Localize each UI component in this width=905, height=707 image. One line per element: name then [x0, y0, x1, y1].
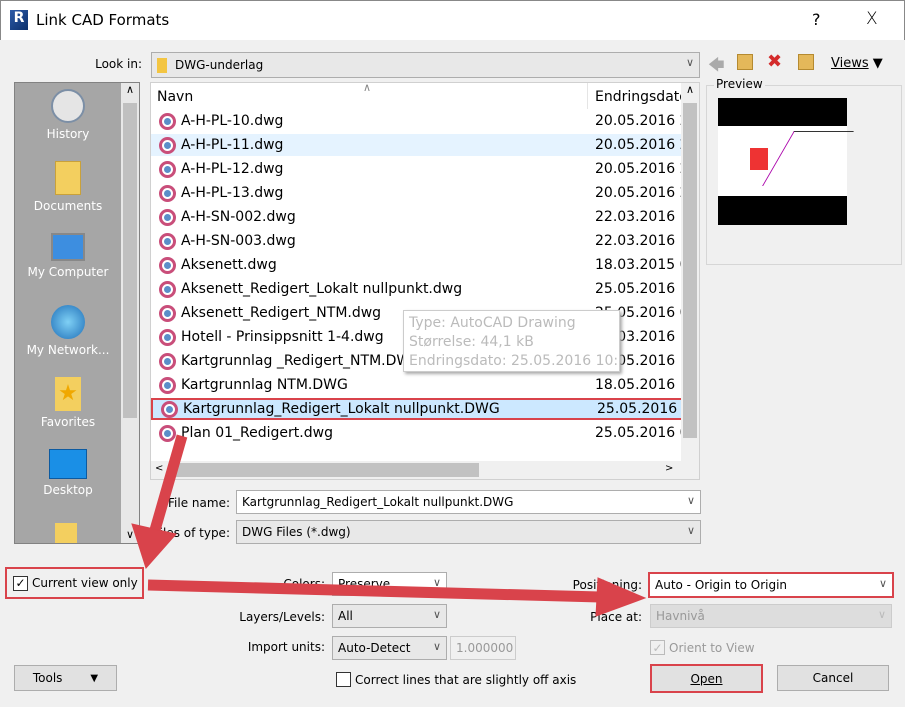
annotation-arrowhead — [131, 523, 177, 569]
annotation-arrow-down — [149, 434, 188, 532]
annotation-arrow-right — [147, 579, 601, 603]
annotation-arrows — [131, 434, 647, 617]
annotation-arrowhead — [595, 577, 647, 617]
